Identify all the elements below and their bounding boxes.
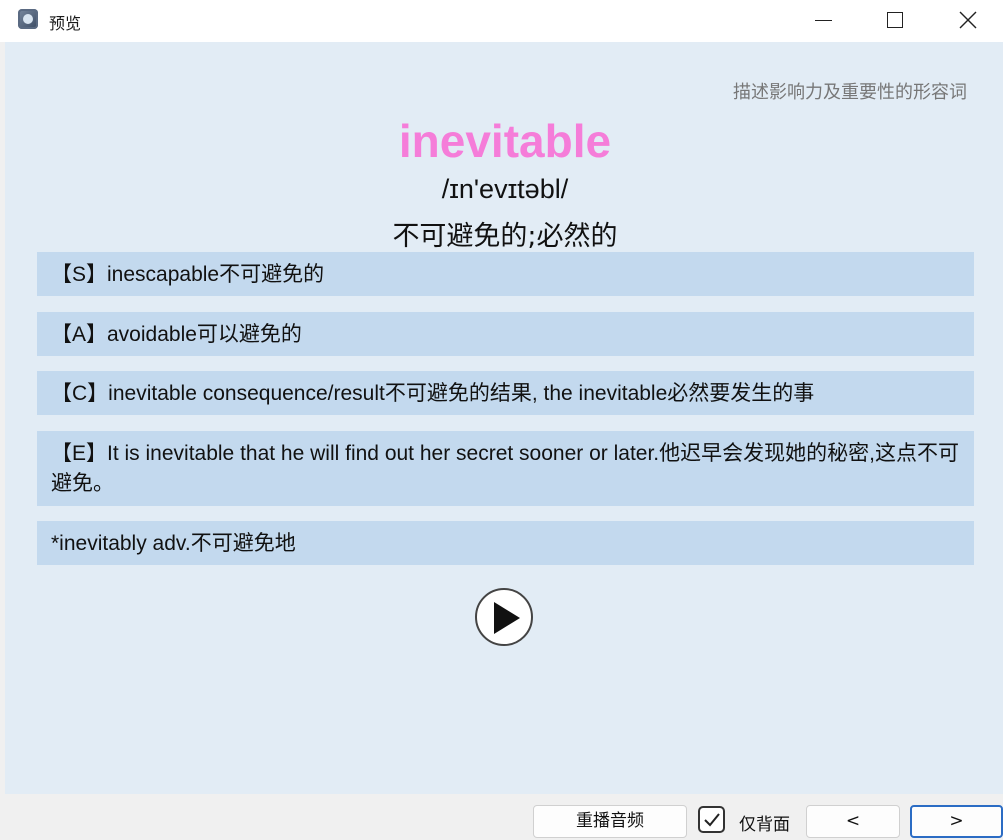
play-button[interactable] bbox=[475, 588, 533, 646]
back-only-label: 仅背面 bbox=[739, 815, 790, 835]
title-bar: 预览 bbox=[0, 0, 1003, 42]
bottom-bar: 重播音频 仅背面 < > bbox=[0, 794, 1003, 840]
check-icon bbox=[704, 813, 720, 827]
headword: inevitable bbox=[398, 115, 612, 167]
card-content: 描述影响力及重要性的形容词 inevitable /ɪn'evɪtəbl/ 不可… bbox=[5, 42, 1003, 794]
minimize-icon[interactable] bbox=[800, 0, 846, 40]
next-button[interactable]: > bbox=[910, 805, 1003, 838]
previous-button[interactable]: < bbox=[806, 805, 900, 838]
phonetic: /ɪn'evɪtəbl/ bbox=[441, 174, 569, 204]
antonym-row: 【A】avoidable可以避免的 bbox=[37, 312, 974, 356]
play-icon bbox=[494, 602, 520, 634]
collocation-row: 【C】inevitable consequence/result不可避免的结果,… bbox=[37, 371, 974, 415]
close-icon[interactable] bbox=[945, 0, 991, 40]
derivative-row: *inevitably adv.不可避免地 bbox=[37, 521, 974, 565]
preview-window: 预览 描述影响力及重要性的形容词 inevitable /ɪn'evɪtəbl/… bbox=[0, 0, 1003, 840]
category-label: 描述影响力及重要性的形容词 bbox=[733, 82, 967, 103]
app-icon bbox=[18, 9, 38, 29]
synonym-row: 【S】inescapable不可避免的 bbox=[37, 252, 974, 296]
replay-audio-button[interactable]: 重播音频 bbox=[533, 805, 687, 838]
meaning: 不可避免的;必然的 bbox=[392, 221, 618, 252]
example-row: 【E】It is inevitable that he will find ou… bbox=[37, 431, 974, 506]
window-title: 预览 bbox=[49, 14, 82, 33]
back-only-checkbox[interactable] bbox=[698, 806, 725, 833]
maximize-icon[interactable] bbox=[872, 0, 918, 40]
